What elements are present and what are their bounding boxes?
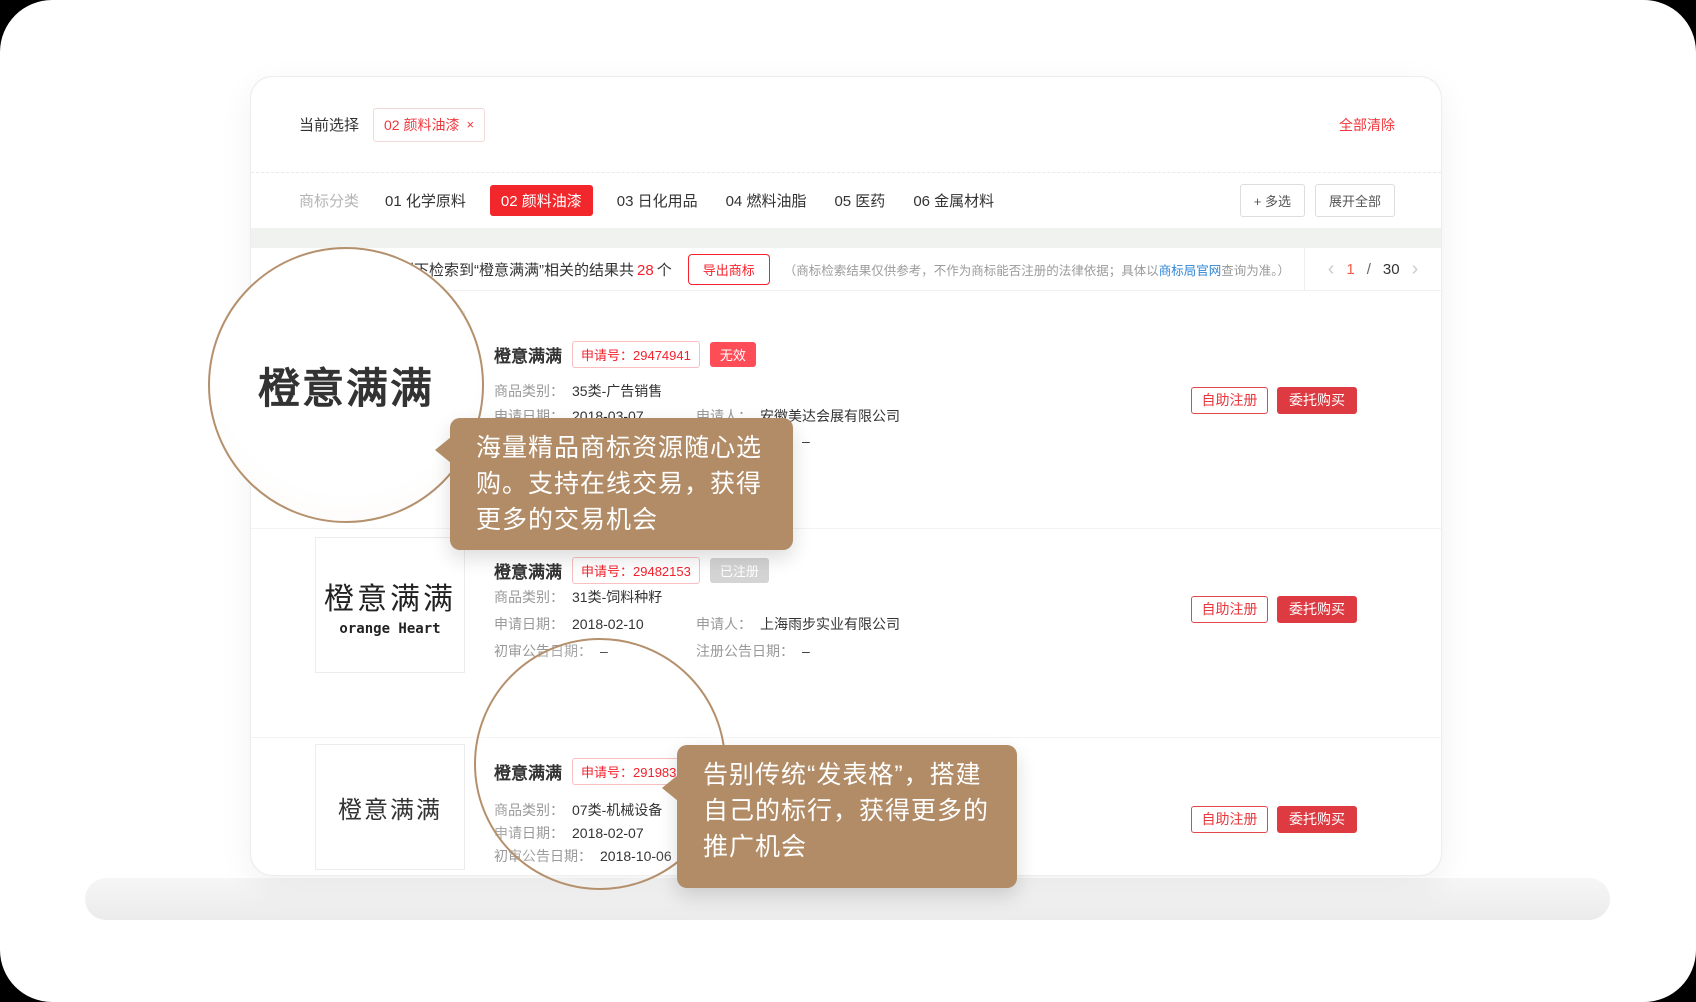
applicant-value: 上海雨步实业有限公司 bbox=[760, 616, 900, 632]
self-register-button[interactable]: 自助注册 bbox=[1191, 806, 1268, 833]
applicant-label: 申请人： bbox=[696, 616, 752, 632]
trademark-image-subtext: orange Heart bbox=[339, 621, 440, 637]
first-publication-value: 2018-10-06 bbox=[600, 848, 672, 864]
apply-date-value: 2018-02-07 bbox=[572, 825, 644, 841]
category-item-05[interactable]: 05 医药 bbox=[834, 190, 885, 211]
tooltip-line: 自己的标行，获得更多的 bbox=[703, 793, 991, 829]
tooltip-arrow-icon bbox=[662, 775, 678, 801]
page-separator: / bbox=[1367, 261, 1371, 278]
application-number-value: 29482153 bbox=[633, 564, 691, 579]
trademark-image[interactable]: 橙意满满 orange Heart bbox=[315, 537, 465, 673]
selected-filter-tag[interactable]: 02 颜料油漆 × bbox=[373, 108, 485, 142]
category-value: 31类-饲料种籽 bbox=[572, 589, 662, 605]
tooltip-line: 告别传统“发表格”，搭建 bbox=[703, 757, 991, 793]
category-item-03[interactable]: 03 日化用品 bbox=[617, 190, 698, 211]
tooltip-trademark-resources: 海量精品商标资源随心选 购。支持在线交易，获得 更多的交易机会 bbox=[450, 418, 793, 550]
reg-publication-label: 注册公告日期： bbox=[696, 643, 794, 659]
tooltip-line: 更多的交易机会 bbox=[476, 502, 767, 538]
current-selection-label: 当前选择 bbox=[299, 114, 359, 135]
application-number-label: 申请号： bbox=[581, 348, 633, 363]
category-item-06[interactable]: 06 金属材料 bbox=[913, 190, 994, 211]
self-register-button[interactable]: 自助注册 bbox=[1191, 596, 1268, 623]
entrust-purchase-button[interactable]: 委托购买 bbox=[1277, 596, 1357, 623]
trademark-details: 橙意满满 申请号：29482153 已注册 商品类别： 31类-饲料种籽 申请日期… bbox=[494, 529, 1181, 738]
application-number-value: 29474941 bbox=[633, 348, 691, 363]
disclaimer-prefix: （商标检索结果仅供参考，不作为商标能否注册的法律依据；具体以 bbox=[784, 264, 1159, 278]
category-value: 35类-广告销售 bbox=[572, 383, 662, 399]
category-label: 商品类别： bbox=[494, 589, 564, 605]
category-item-01[interactable]: 01 化学原料 bbox=[385, 190, 466, 211]
category-label: 商品类别： bbox=[494, 802, 564, 818]
tooltip-arrow-icon bbox=[435, 437, 451, 463]
tooltip-line: 购。支持在线交易，获得 bbox=[476, 466, 767, 502]
application-number-tag: 申请号：29482153 bbox=[572, 557, 700, 584]
reg-publication-value: – bbox=[802, 643, 810, 659]
export-trademarks-button[interactable]: 导出商标 bbox=[688, 254, 770, 285]
apply-date-value: 2018-02-10 bbox=[572, 616, 644, 632]
trademark-image-text: 橙意满满 bbox=[338, 790, 442, 825]
category-label: 商品类别： bbox=[494, 383, 564, 399]
filter-panel: 当前选择 02 颜料油漆 × 全部清除 商标分类 01 化学原料 02 颜料油漆… bbox=[251, 77, 1441, 228]
entrust-purchase-button[interactable]: 委托购买 bbox=[1277, 806, 1357, 833]
close-icon[interactable]: × bbox=[466, 117, 474, 132]
disclaimer-suffix: 查询为准。） bbox=[1221, 264, 1290, 278]
first-publication-label: 初审公告日期： bbox=[494, 643, 592, 659]
category-item-02-selected[interactable]: 02 颜料油漆 bbox=[490, 185, 593, 216]
magnifier-circle-large: 橙意满满 bbox=[208, 247, 484, 523]
self-register-button[interactable]: 自助注册 bbox=[1191, 387, 1268, 414]
category-row: 商标分类 01 化学原料 02 颜料油漆 03 日化用品 04 燃料油脂 05 … bbox=[251, 173, 1441, 227]
category-row-label: 商标分类 bbox=[299, 190, 359, 211]
entrust-purchase-button[interactable]: 委托购买 bbox=[1277, 387, 1357, 414]
magnified-trademark-text: 橙意满满 bbox=[258, 355, 434, 416]
tooltip-line: 推广机会 bbox=[703, 829, 991, 865]
next-page-icon[interactable]: › bbox=[1412, 259, 1419, 279]
multi-select-button[interactable]: + 多选 bbox=[1240, 184, 1305, 217]
selected-filter-tag-label: 02 颜料油漆 bbox=[384, 115, 459, 135]
application-number-tag: 申请号：29474941 bbox=[572, 341, 700, 368]
current-page: 1 bbox=[1346, 261, 1354, 278]
disclaimer-text: （商标检索结果仅供参考，不作为商标能否注册的法律依据；具体以商标局官网查询为准。… bbox=[784, 260, 1290, 279]
table-row: 橙意满满 orange Heart 橙意满满 申请号：29482153 已注册 … bbox=[251, 528, 1441, 738]
apply-date-label: 申请日期： bbox=[494, 616, 564, 632]
prev-page-icon[interactable]: ‹ bbox=[1328, 259, 1335, 279]
result-count: 28 bbox=[637, 262, 654, 279]
category-item-04[interactable]: 04 燃料油脂 bbox=[726, 190, 807, 211]
tooltip-promotion: 告别传统“发表格”，搭建 自己的标行，获得更多的 推广机会 bbox=[677, 745, 1017, 888]
first-publication-value: – bbox=[600, 643, 608, 659]
expand-all-button[interactable]: 展开全部 bbox=[1315, 184, 1395, 217]
reg-publication-value: – bbox=[802, 433, 810, 449]
trademark-name: 橙意满满 bbox=[494, 342, 562, 367]
category-value: 07类-机械设备 bbox=[572, 802, 662, 818]
total-pages: 30 bbox=[1383, 261, 1400, 278]
application-number-label: 申请号： bbox=[581, 765, 633, 780]
status-badge: 无效 bbox=[710, 342, 756, 367]
first-publication-label: 初审公告日期： bbox=[494, 848, 592, 864]
status-badge: 已注册 bbox=[710, 558, 769, 583]
pagination: ‹ 1 / 30 › bbox=[1304, 248, 1441, 290]
apply-date-label: 申请日期： bbox=[494, 825, 564, 841]
current-selection-row: 当前选择 02 颜料油漆 × 全部清除 bbox=[251, 77, 1441, 173]
trademark-image[interactable]: 橙意满满 bbox=[315, 744, 465, 870]
trademark-image-text: 橙意满满 bbox=[324, 574, 456, 618]
clear-all-button[interactable]: 全部清除 bbox=[1339, 115, 1395, 135]
trademark-office-link[interactable]: 商标局官网 bbox=[1159, 264, 1222, 278]
application-number-label: 申请号： bbox=[581, 564, 633, 579]
trademark-name: 橙意满满 bbox=[494, 759, 562, 784]
trademark-name: 橙意满满 bbox=[494, 558, 562, 583]
tooltip-line: 海量精品商标资源随心选 bbox=[476, 430, 767, 466]
count-unit: 个 bbox=[657, 262, 672, 279]
